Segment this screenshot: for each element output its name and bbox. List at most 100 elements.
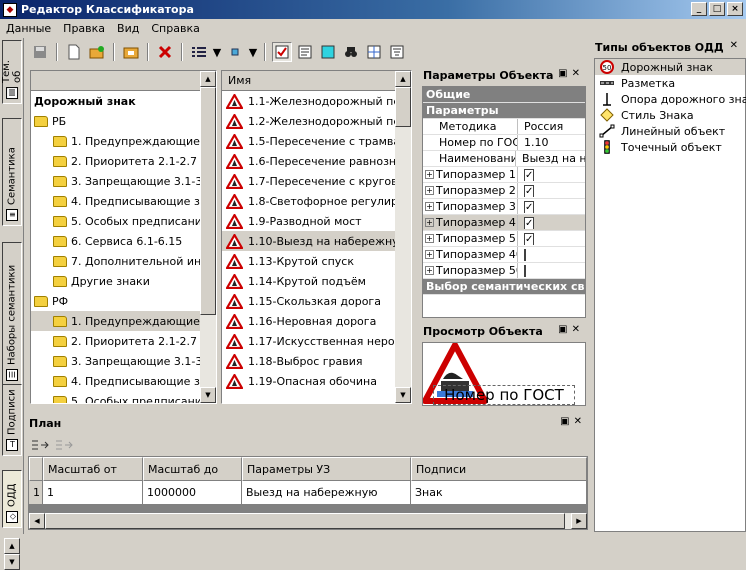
scroll-thumb[interactable] <box>45 513 565 529</box>
plan-grid[interactable]: Масштаб от Масштаб до Параметры УЗ Подпи… <box>28 456 588 530</box>
expand-icon[interactable]: + <box>425 202 434 211</box>
type-item-style[interactable]: Стиль Знака <box>595 107 745 123</box>
col-scale-to[interactable]: Масштаб до <box>143 457 242 481</box>
type-item-road-sign[interactable]: 50 Дорожный знак <box>595 59 745 75</box>
list-item[interactable]: 1.6-Пересечение равнозначн <box>222 151 411 171</box>
size-checkbox[interactable]: ✓ <box>524 169 535 181</box>
tree-item[interactable]: 1. Предупреждающие 1. <box>31 311 216 331</box>
size-checkbox[interactable]: ✓ <box>524 201 535 213</box>
list-item[interactable]: 1.10-Выезд на набережную <box>222 231 411 251</box>
size-property-row[interactable]: + Типоразмер 3 ✓ <box>423 199 585 215</box>
tree-item[interactable]: 4. Предписывающие знак <box>31 191 216 211</box>
types-list[interactable]: 50 Дорожный знак Разметка Опора дорожног… <box>594 58 746 532</box>
col-scale-from[interactable]: Масштаб от <box>43 457 143 481</box>
classifier-tree[interactable]: Дорожный знак РБ 1. Предупреждающие 1. 2. … <box>30 70 217 404</box>
tree-item[interactable]: Другие знаки <box>31 271 216 291</box>
list-item[interactable]: 1.8-Светофорное регулиров <box>222 191 411 211</box>
tab-themes[interactable]: ▤ Тем. об <box>1 40 23 104</box>
tree-item[interactable]: РФ <box>31 291 216 311</box>
minimize-button[interactable]: _ <box>691 2 707 16</box>
expand-icon[interactable]: + <box>425 234 434 243</box>
list-item[interactable]: 1.2-Железнодорожный пере <box>222 111 411 131</box>
tree-item[interactable]: 5. Особых предписаний 5 <box>31 391 216 403</box>
size-checkbox[interactable] <box>524 249 526 261</box>
open-folder-button[interactable] <box>121 42 141 62</box>
list-scrollbar[interactable]: ▲ ▼ <box>395 71 411 403</box>
check-toggle-button[interactable] <box>272 42 292 62</box>
size-checkbox[interactable]: ✓ <box>524 185 535 197</box>
menu-edit[interactable]: Правка <box>57 22 111 35</box>
list-header[interactable]: Имя <box>222 71 411 91</box>
tree-item[interactable]: 2. Приоритета 2.1-2.7 <box>31 151 216 171</box>
size-property-row[interactable]: +Типоразмер 500 <box>423 263 585 279</box>
expand-icon[interactable]: + <box>425 170 434 179</box>
category-semantic[interactable]: Выбор семантических свой <box>423 279 585 295</box>
list-item[interactable]: 1.15-Скользкая дорога <box>222 291 411 311</box>
tree-item[interactable]: 3. Запрещающие 3.1-3. <box>31 351 216 371</box>
tree-item[interactable]: 1. Предупреждающие 1. <box>31 131 216 151</box>
tabs-scroll-up[interactable]: ▲ <box>4 538 20 554</box>
property-row[interactable]: Наименование Выезд на н <box>423 151 585 167</box>
maximize-button[interactable]: □ <box>709 2 725 16</box>
expand-icon[interactable]: + <box>425 186 434 195</box>
color-button[interactable] <box>318 42 338 62</box>
list-item[interactable]: 1.19-Опасная обочина <box>222 371 411 391</box>
plan-hscrollbar[interactable]: ◀ ▶ <box>29 513 587 529</box>
scroll-right-button[interactable]: ▶ <box>571 513 587 529</box>
type-item-line[interactable]: Линейный объект <box>595 123 745 139</box>
size-property-row[interactable]: +Типоразмер 400 <box>423 247 585 263</box>
new-folder-button[interactable] <box>87 42 107 62</box>
scroll-left-button[interactable]: ◀ <box>29 513 45 529</box>
add-scale-button[interactable] <box>30 435 50 455</box>
size-property-row[interactable]: + Типоразмер 5 ✓ <box>423 231 585 247</box>
params-dock-close-buttons[interactable]: ▣✕ <box>558 68 584 79</box>
view-mode-button[interactable] <box>189 42 209 62</box>
tree-item[interactable]: 5. Особых предписаний 5 <box>31 211 216 231</box>
expand-icon[interactable]: + <box>425 266 434 275</box>
size-property-row[interactable]: + Типоразмер 4 ✓ <box>423 215 585 231</box>
col-params[interactable]: Параметры УЗ <box>242 457 411 481</box>
list-item[interactable]: 1.16-Неровная дорога <box>222 311 411 331</box>
remove-scale-button[interactable] <box>54 435 74 455</box>
size-checkbox[interactable]: ✓ <box>524 233 535 245</box>
list-item[interactable]: 1.14-Крутой подъём <box>222 271 411 291</box>
list-item[interactable]: 1.18-Выброс гравия <box>222 351 411 371</box>
delete-button[interactable] <box>155 42 175 62</box>
types-close-button[interactable]: ✕ <box>730 40 742 51</box>
list-item[interactable]: 1.17-Искусственная неровно <box>222 331 411 351</box>
size-property-row[interactable]: + Типоразмер 2 ✓ <box>423 183 585 199</box>
expand-icon[interactable]: + <box>425 218 434 227</box>
size-checkbox[interactable]: ✓ <box>524 217 535 229</box>
property-row[interactable]: Методика Россия <box>423 119 585 135</box>
filter-button[interactable] <box>387 42 407 62</box>
tabs-scroll-down[interactable]: ▼ <box>4 554 20 570</box>
icons-dropdown[interactable]: ▼ <box>248 42 258 62</box>
menu-help[interactable]: Справка <box>145 22 205 35</box>
menu-data[interactable]: Данные <box>0 22 57 35</box>
cell-scale-from[interactable]: 1 <box>43 481 143 505</box>
list-item[interactable]: 1.7-Пересечение с круговым <box>222 171 411 191</box>
new-button[interactable] <box>64 42 84 62</box>
cell-params[interactable]: Выезд на набережную <box>242 481 411 505</box>
tree-item[interactable]: 4. Предписывающие знак <box>31 371 216 391</box>
scroll-down-button[interactable]: ▼ <box>395 387 411 403</box>
save-button[interactable] <box>30 42 50 62</box>
tree-item[interactable]: 7. Дополнительной инфо <box>31 251 216 271</box>
close-button[interactable]: × <box>727 2 743 16</box>
list-item[interactable]: 1.1-Железнодорожный пере <box>222 91 411 111</box>
table-row[interactable]: 1 1 1000000 Выезд на набережную Знак <box>29 481 587 505</box>
tree-root[interactable]: Дорожный знак <box>31 91 216 111</box>
tree-item[interactable]: 6. Сервиса 6.1-6.15 <box>31 231 216 251</box>
tree-item[interactable]: 2. Приоритета 2.1-2.7 <box>31 331 216 351</box>
scroll-thumb[interactable] <box>395 87 411 127</box>
menu-view[interactable]: Вид <box>111 22 145 35</box>
plan-dock-close-buttons[interactable]: ▣✕ <box>560 416 586 427</box>
col-labels[interactable]: Подписи <box>411 457 587 481</box>
scroll-up-button[interactable]: ▲ <box>200 71 216 87</box>
tab-labels[interactable]: T Подписи <box>2 384 22 456</box>
property-row[interactable]: Номер по ГОСТ 1.10 <box>423 135 585 151</box>
object-list[interactable]: Имя 1.1-Железнодорожный пере 1.2-Железнод… <box>221 70 412 404</box>
scroll-down-button[interactable]: ▼ <box>200 387 216 403</box>
view-mode-dropdown[interactable]: ▼ <box>212 42 222 62</box>
find-button[interactable] <box>341 42 361 62</box>
